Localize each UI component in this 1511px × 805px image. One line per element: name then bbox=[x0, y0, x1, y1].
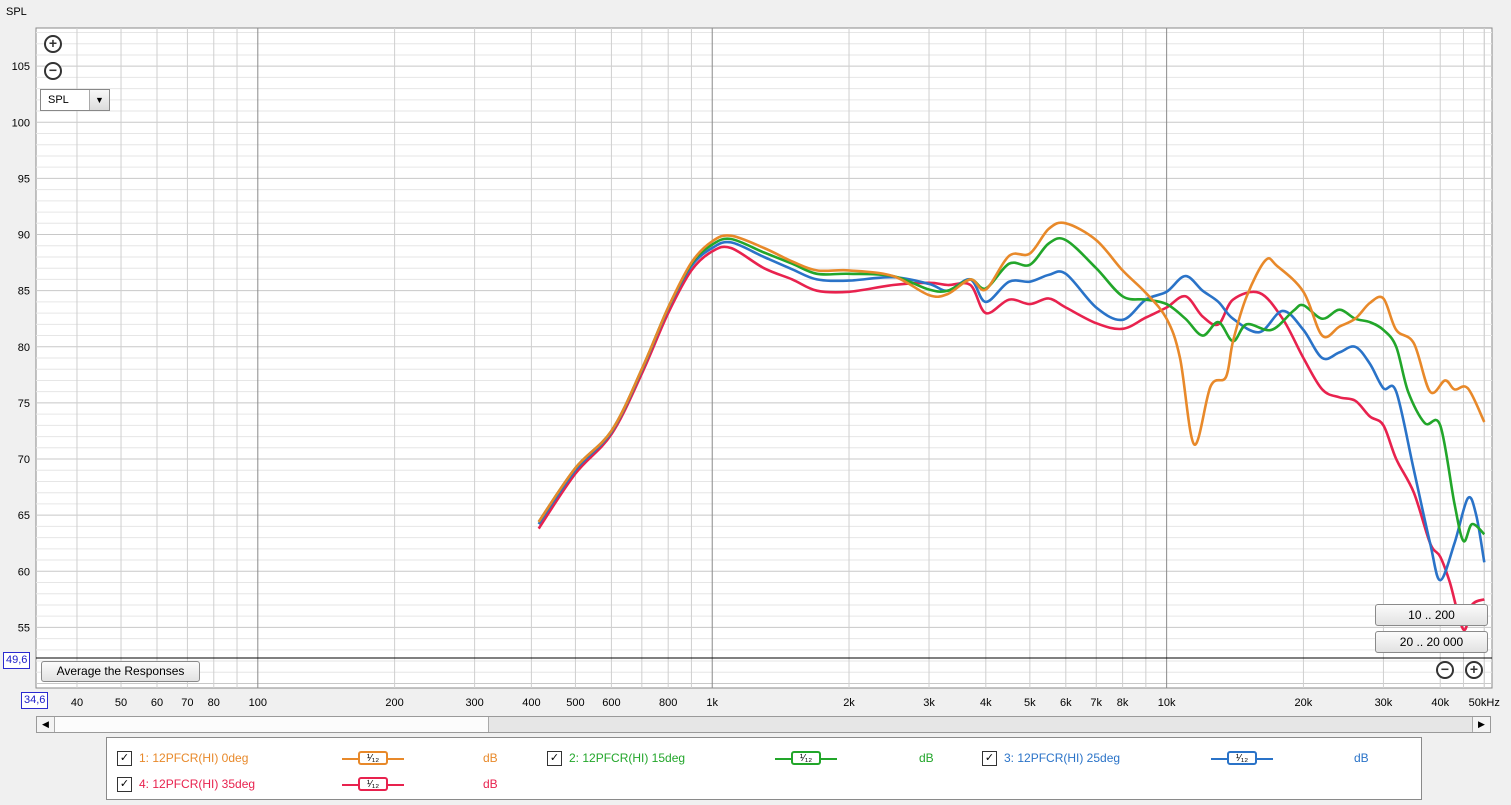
measurement-type-select[interactable]: SPL ▼ bbox=[40, 89, 110, 111]
x-tick-label: 100 bbox=[249, 697, 267, 709]
series-checkbox[interactable]: ✓ bbox=[117, 751, 132, 766]
select-value: SPL bbox=[48, 94, 69, 106]
zoom-out-x-icon[interactable]: − bbox=[1436, 661, 1454, 679]
series-label: 1: 12PFCR(HI) 0deg bbox=[139, 751, 249, 765]
x-axis-start-box[interactable]: 34,6 bbox=[21, 692, 49, 709]
series-label: 2: 12PFCR(HI) 15deg bbox=[569, 751, 686, 765]
x-tick-label: 20k bbox=[1295, 697, 1313, 709]
x-tick-label: 300 bbox=[465, 697, 483, 709]
zoom-in-y-icon[interactable]: + bbox=[44, 35, 62, 53]
zoom-in-x-icon[interactable]: + bbox=[1465, 661, 1483, 679]
x-tick-label: 800 bbox=[659, 697, 677, 709]
scroll-left-icon[interactable]: ◀ bbox=[37, 717, 55, 732]
y-tick-label: 60 bbox=[18, 566, 30, 578]
frequency-response-chart[interactable]: 55 60 65 70 75 80 85 90 95 100 105 40 50 60 70 80 100 200… bbox=[0, 0, 1511, 715]
smoothing-label: ¹⁄₁₂ bbox=[1227, 751, 1257, 765]
x-tick-label: 80 bbox=[208, 697, 220, 709]
legend-panel: ✓ 1: 12PFCR(HI) 0deg ¹⁄₁₂ dB ✓ 2: 12PFCR… bbox=[106, 737, 1422, 800]
x-tick-label: 70 bbox=[181, 697, 193, 709]
x-tick-label: 5k bbox=[1024, 697, 1036, 709]
horizontal-scrollbar[interactable]: ◀ ▶ bbox=[36, 716, 1491, 733]
y-tick-label: 70 bbox=[18, 454, 30, 466]
x-tick-label: 200 bbox=[385, 697, 403, 709]
smoothing-indicator-15deg[interactable]: ¹⁄₁₂ bbox=[775, 750, 837, 768]
x-tick-label: 40 bbox=[71, 697, 83, 709]
smoothing-label: ¹⁄₁₂ bbox=[791, 751, 821, 765]
average-responses-button[interactable]: Average the Responses bbox=[41, 661, 200, 682]
scroll-right-icon[interactable]: ▶ bbox=[1472, 717, 1490, 732]
x-tick-label: 50kHz bbox=[1469, 697, 1500, 709]
chevron-down-icon[interactable]: ▼ bbox=[89, 90, 109, 110]
series-checkbox[interactable]: ✓ bbox=[117, 777, 132, 792]
y-tick-label: 55 bbox=[18, 622, 30, 634]
smoothing-label: ¹⁄₁₂ bbox=[358, 777, 388, 791]
smoothing-indicator-25deg[interactable]: ¹⁄₁₂ bbox=[1211, 750, 1273, 768]
smoothing-indicator-35deg[interactable]: ¹⁄₁₂ bbox=[342, 776, 404, 794]
smoothing-label: ¹⁄₁₂ bbox=[358, 751, 388, 765]
x-tick-label: 400 bbox=[522, 697, 540, 709]
x-tick-label: 600 bbox=[602, 697, 620, 709]
series-label: 3: 12PFCR(HI) 25deg bbox=[1004, 751, 1121, 765]
y-tick-label: 75 bbox=[18, 398, 30, 410]
x-tick-label: 1k bbox=[706, 697, 718, 709]
unit-label: dB bbox=[483, 751, 498, 765]
x-tick-label: 6k bbox=[1060, 697, 1072, 709]
range-10-200-button[interactable]: 10 .. 200 bbox=[1375, 604, 1488, 626]
x-tick-label: 10k bbox=[1158, 697, 1176, 709]
smoothing-indicator-0deg[interactable]: ¹⁄₁₂ bbox=[342, 750, 404, 768]
x-tick-label: 7k bbox=[1090, 697, 1102, 709]
scroll-thumb[interactable] bbox=[55, 717, 489, 732]
series-label: 4: 12PFCR(HI) 35deg bbox=[139, 777, 256, 791]
y-axis-min-box[interactable]: 49,6 bbox=[3, 652, 31, 669]
x-tick-label: 60 bbox=[151, 697, 163, 709]
x-tick-label: 500 bbox=[566, 697, 584, 709]
x-tick-label: 4k bbox=[980, 697, 992, 709]
x-tick-label: 40k bbox=[1431, 697, 1449, 709]
x-tick-label: 8k bbox=[1117, 697, 1129, 709]
zoom-out-y-icon[interactable]: − bbox=[44, 62, 62, 80]
unit-label: dB bbox=[919, 751, 934, 765]
y-tick-label: 90 bbox=[18, 230, 30, 242]
series-checkbox[interactable]: ✓ bbox=[982, 751, 997, 766]
y-tick-label: 105 bbox=[12, 61, 30, 73]
y-tick-label: 85 bbox=[18, 286, 30, 298]
range-20-20000-button[interactable]: 20 .. 20 000 bbox=[1375, 631, 1488, 653]
series-checkbox[interactable]: ✓ bbox=[547, 751, 562, 766]
unit-label: dB bbox=[1354, 751, 1369, 765]
x-tick-label: 30k bbox=[1375, 697, 1393, 709]
y-tick-label: 80 bbox=[18, 342, 30, 354]
unit-label: dB bbox=[483, 777, 498, 791]
y-tick-label: 65 bbox=[18, 510, 30, 522]
x-tick-label: 50 bbox=[115, 697, 127, 709]
x-tick-label: 2k bbox=[843, 697, 855, 709]
x-tick-label: 3k bbox=[923, 697, 935, 709]
y-tick-label: 100 bbox=[12, 117, 30, 129]
y-tick-label: 95 bbox=[18, 173, 30, 185]
